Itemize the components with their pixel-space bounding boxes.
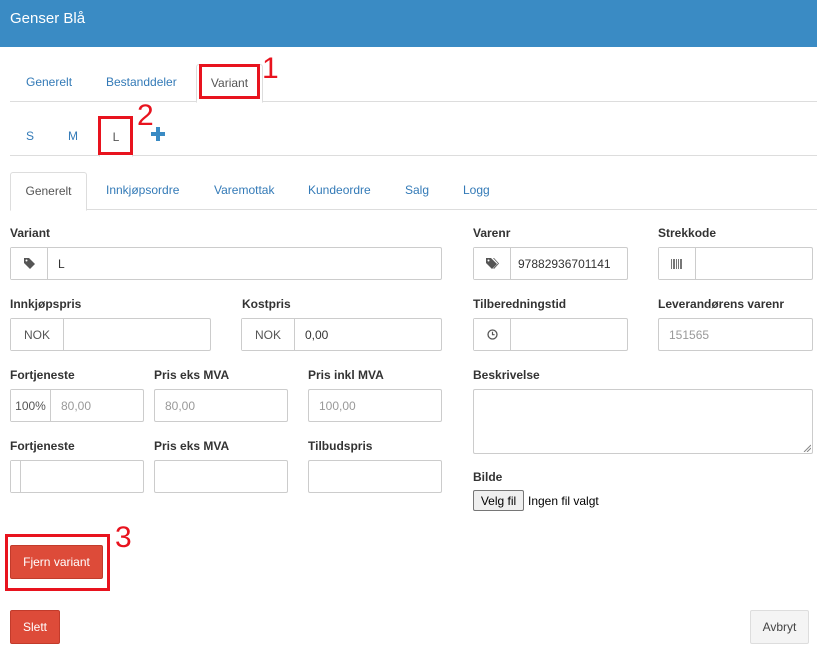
annotation-box-1	[199, 64, 260, 99]
strekkode-label: Strekkode	[658, 226, 717, 240]
file-status: Ingen fil valgt	[528, 494, 599, 508]
fortjeneste2-input[interactable]	[21, 461, 143, 492]
detail-tabs: Generelt Innkjøpsordre Varemottak Kundeo…	[10, 172, 817, 211]
beskrivelse-label: Beskrivelse	[473, 368, 540, 382]
varenr-field[interactable]: 97882936701141	[473, 247, 628, 280]
tilbudspris-input[interactable]	[308, 460, 442, 493]
clock-icon	[474, 319, 511, 350]
annotation-number-3: 3	[115, 521, 132, 554]
tilberedningstid-label: Tilberedningstid	[473, 297, 567, 311]
choose-file-button[interactable]: Velg fil	[473, 490, 524, 511]
annotation-box-3	[5, 534, 110, 591]
tags-icon	[474, 248, 511, 279]
tab-bestanddeler[interactable]: Bestanddeler	[106, 75, 177, 89]
variant-input[interactable]: L	[48, 248, 441, 279]
annotation-number-2: 2	[137, 99, 154, 132]
subtab-generelt[interactable]: Generelt	[10, 172, 87, 211]
page-header: Genser Blå	[0, 0, 817, 47]
innkjopspris-currency: NOK	[11, 319, 64, 350]
kostpris-currency: NOK	[242, 319, 295, 350]
strekkode-input[interactable]	[696, 248, 812, 279]
pris-eks-mva-input[interactable]: 80,00	[154, 389, 288, 422]
annotation-number-1: 1	[262, 52, 279, 85]
pris-eks-mva-label: Pris eks MVA	[154, 368, 230, 382]
tilberedningstid-input[interactable]	[511, 319, 627, 350]
delete-button[interactable]: Slett	[10, 610, 60, 644]
fortjeneste-field[interactable]: 100% 80,00	[10, 389, 144, 422]
subtab-logg[interactable]: Logg	[463, 183, 490, 197]
kostpris-input[interactable]: 0,00	[295, 319, 441, 350]
main-tabs: Generelt Bestanddeler Variant	[10, 64, 817, 103]
variant-label: Variant	[10, 226, 51, 240]
subtab-varemottak[interactable]: Varemottak	[214, 183, 274, 197]
tilberedningstid-field[interactable]	[473, 318, 628, 351]
tilbudspris-label: Tilbudspris	[308, 439, 373, 453]
innkjopspris-input[interactable]	[64, 319, 210, 350]
bilde-label: Bilde	[473, 470, 503, 484]
resize-handle-icon[interactable]	[803, 444, 811, 452]
fortjeneste2-field[interactable]	[10, 460, 144, 493]
variant-tab-m[interactable]: M	[68, 129, 78, 143]
pris-eks-mva2-input[interactable]	[154, 460, 288, 493]
innkjopspris-field[interactable]: NOK	[10, 318, 211, 351]
kostpris-label: Kostpris	[242, 297, 291, 311]
variant-field[interactable]: L	[10, 247, 442, 280]
fortjeneste-label: Fortjeneste	[10, 368, 75, 382]
leverandor-varenr-label: Leverandørens varenr	[658, 297, 785, 311]
tab-generelt[interactable]: Generelt	[26, 75, 72, 89]
varenr-label: Varenr	[473, 226, 511, 240]
kostpris-field[interactable]: NOK 0,00	[241, 318, 442, 351]
fortjeneste2-label: Fortjeneste	[10, 439, 75, 453]
fortjeneste-percent: 100%	[11, 390, 51, 421]
strekkode-field[interactable]	[658, 247, 813, 280]
subtab-kundeordre[interactable]: Kundeordre	[308, 183, 371, 197]
varenr-input[interactable]: 97882936701141	[511, 248, 627, 279]
innkjopspris-label: Innkjøpspris	[10, 297, 82, 311]
pris-inkl-mva-label: Pris inkl MVA	[308, 368, 384, 382]
page-title: Genser Blå	[10, 10, 86, 27]
pris-eks-mva2-label: Pris eks MVA	[154, 439, 230, 453]
beskrivelse-textarea[interactable]	[473, 389, 813, 454]
fortjeneste-input[interactable]: 80,00	[51, 390, 143, 421]
annotation-box-2	[98, 116, 133, 155]
fortjeneste2-addon	[11, 461, 21, 492]
pris-inkl-mva-input[interactable]: 100,00	[308, 389, 442, 422]
leverandor-varenr-input[interactable]: 151565	[658, 318, 813, 351]
barcode-icon	[659, 248, 696, 279]
tag-icon	[11, 248, 48, 279]
subtab-innkjopsordre[interactable]: Innkjøpsordre	[106, 183, 179, 197]
cancel-button[interactable]: Avbryt	[750, 610, 809, 644]
variant-tab-s[interactable]: S	[26, 129, 34, 143]
subtab-salg[interactable]: Salg	[405, 183, 429, 197]
